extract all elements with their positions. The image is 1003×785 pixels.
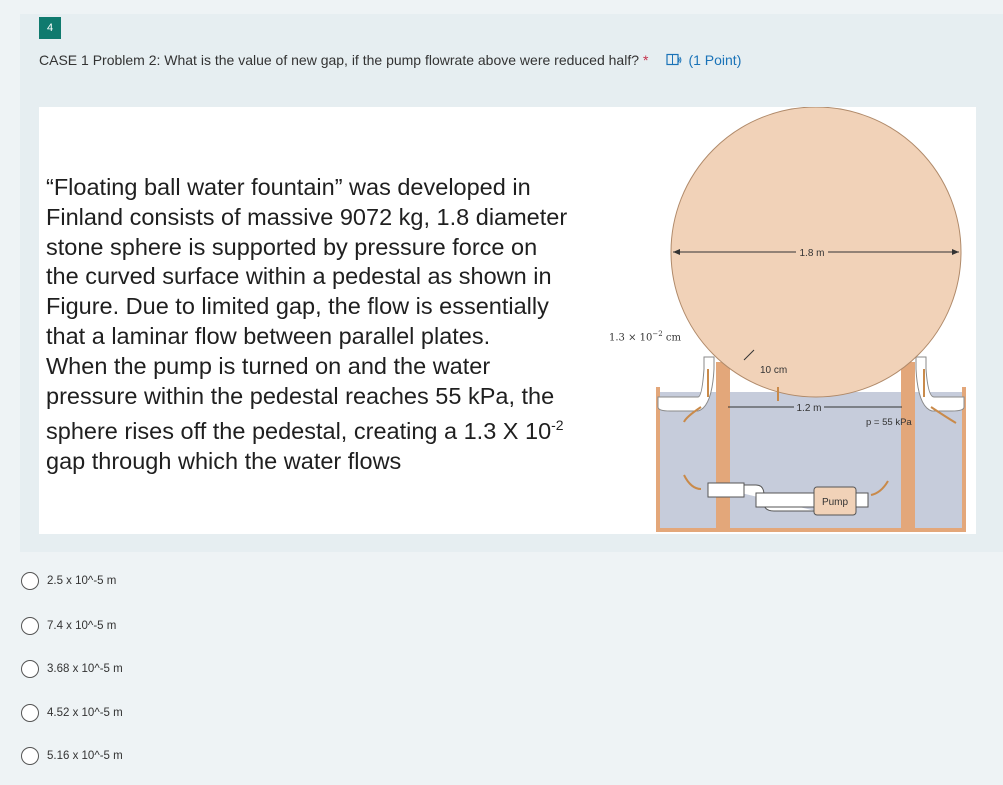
pedestal-height-label: 10 cm [760,365,787,376]
option-label: 3.68 x 10^-5 m [47,663,123,675]
radio-button[interactable] [21,572,39,590]
option-2[interactable]: 7.4 x 10^-5 m [21,617,116,635]
option-5[interactable]: 5.16 x 10^-5 m [21,747,123,765]
option-3[interactable]: 3.68 x 10^-5 m [21,660,123,678]
required-mark: * [643,52,649,68]
question-text: CASE 1 Problem 2: What is the value of n… [39,52,639,68]
description-line: pressure within the pedestal reaches 55 … [46,382,555,409]
fountain-diagram: 1.8 m 10 cm 1.2 m p = 55 kPa Pump [656,107,966,532]
pump-outlet [855,492,869,508]
description-line-text: sphere rises off the pedestal, creating … [46,418,552,445]
radio-button[interactable] [21,747,39,765]
option-label: 7.4 x 10^-5 m [47,620,117,632]
description-line: that a laminar flow between parallel pla… [46,322,491,349]
description-line: When the pump is turned on and the water [46,352,491,379]
option-label: 2.5 x 10^-5 m [47,575,117,587]
pipe-inlet-segment [707,482,745,498]
pipe-lower-segment [755,492,817,508]
description-line: gap through which the water flows [46,448,402,474]
description-line: sphere rises off the pedestal, creating … [46,411,600,447]
description-line: “Floating ball water fountain” was devel… [46,174,531,200]
gap-label-value: 1.3 × 10 [609,332,653,344]
pedestal-post-right [901,362,915,529]
option-label: 4.52 x 10^-5 m [47,707,123,719]
diameter-label: 1.8 m [799,248,824,259]
pedestal-post-left [716,362,730,529]
radio-button[interactable] [21,617,39,635]
option-label: 5.16 x 10^-5 m [47,750,123,762]
pressure-label: p = 55 kPa [866,417,912,428]
pedestal-lip-left [657,356,715,412]
pump-label: Pump [822,497,849,508]
figure-description: “Floating ball water fountain” was devel… [46,173,600,477]
immersive-reader-icon[interactable] [666,53,682,67]
question-header: CASE 1 Problem 2: What is the value of n… [39,52,741,68]
description-line: stone sphere is supported by pressure fo… [46,233,538,260]
radio-button[interactable] [21,660,39,678]
question-points: (1 Point) [688,52,742,68]
description-line: the curved surface within a pedestal as … [46,263,552,290]
description-line: Finland consists of massive 9072 kg, 1.8… [46,203,568,230]
description-exponent: -2 [551,417,564,434]
radio-button[interactable] [21,704,39,722]
option-4[interactable]: 4.52 x 10^-5 m [21,704,123,722]
pedestal-width-label: 1.2 m [796,403,821,414]
question-number-badge: 4 [39,17,61,39]
option-1[interactable]: 2.5 x 10^-5 m [21,572,116,590]
description-line: Figure. Due to limited gap, the flow is … [46,293,549,320]
question-figure: “Floating ball water fountain” was devel… [39,107,976,534]
